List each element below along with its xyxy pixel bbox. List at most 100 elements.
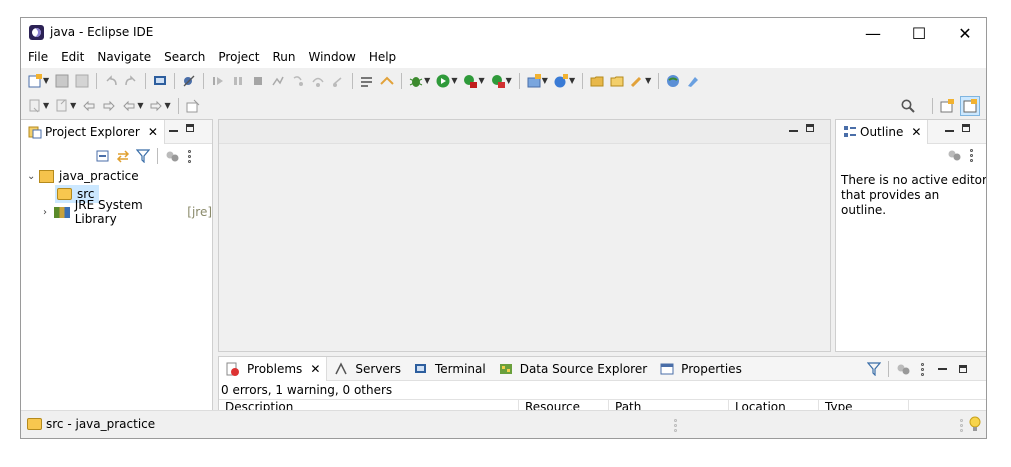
focus-on-active-task-icon[interactable] — [947, 148, 961, 162]
menu-project[interactable]: Project — [211, 48, 265, 68]
maximize-icon[interactable] — [962, 124, 970, 132]
minimize-icon[interactable] — [789, 130, 798, 132]
minimize-button[interactable]: — — [850, 18, 896, 48]
new-project-dropdown-icon[interactable]: ▼ — [542, 76, 548, 85]
tab-data-source-explorer[interactable]: Data Source Explorer — [492, 357, 653, 381]
open-perspective-icon[interactable] — [940, 98, 954, 113]
close-icon[interactable]: ✕ — [148, 125, 158, 139]
link-with-editor-icon[interactable] — [116, 149, 130, 163]
suspend-icon[interactable] — [231, 74, 245, 88]
pin-editor-icon[interactable] — [186, 99, 200, 113]
coverage-icon[interactable] — [463, 74, 478, 88]
web-browser-icon[interactable] — [666, 74, 680, 88]
tab-project-explorer[interactable]: Project Explorer ✕ — [21, 120, 165, 144]
menu-file[interactable]: File — [21, 48, 54, 68]
editor-area[interactable] — [218, 119, 831, 352]
tab-outline[interactable]: Outline ✕ — [836, 120, 929, 144]
menu-navigate[interactable]: Navigate — [90, 48, 157, 68]
chevron-right-icon[interactable]: › — [43, 207, 54, 218]
chevron-down-icon[interactable]: ⌄ — [27, 171, 39, 182]
collapse-all-icon[interactable] — [96, 149, 110, 163]
maximize-icon[interactable] — [959, 365, 967, 373]
tab-servers[interactable]: Servers — [327, 357, 407, 381]
run-icon[interactable] — [436, 74, 450, 88]
save-icon[interactable] — [55, 74, 69, 88]
minimize-icon[interactable] — [169, 130, 178, 132]
undo-icon[interactable] — [104, 74, 118, 88]
save-all-icon[interactable] — [75, 74, 89, 88]
terminate-icon[interactable] — [251, 74, 265, 88]
minimize-icon[interactable] — [945, 130, 954, 132]
back-icon[interactable] — [122, 99, 136, 113]
open-task-icon[interactable] — [380, 74, 394, 88]
view-menu-icon[interactable] — [188, 149, 191, 163]
forward-dropdown-icon[interactable]: ▼ — [164, 101, 170, 110]
coverage-dropdown-icon[interactable]: ▼ — [478, 76, 484, 85]
search-tool-icon[interactable] — [630, 74, 644, 88]
step-over-icon[interactable] — [311, 74, 325, 88]
step-return-icon[interactable] — [331, 74, 345, 88]
maximize-icon[interactable] — [806, 124, 814, 132]
last-edit-forward-icon[interactable] — [102, 99, 116, 113]
new-dropdown-icon[interactable]: ▼ — [43, 76, 49, 85]
next-annotation-icon[interactable] — [28, 99, 42, 113]
next-annotation-dropdown-icon[interactable]: ▼ — [43, 101, 49, 110]
back-dropdown-icon[interactable]: ▼ — [137, 101, 143, 110]
close-icon[interactable]: ✕ — [310, 362, 320, 376]
open-type-icon[interactable] — [590, 74, 604, 88]
prev-annotation-icon[interactable] — [55, 99, 69, 113]
library-icon — [54, 206, 70, 218]
tab-problems[interactable]: Problems ✕ — [219, 357, 328, 381]
tab-terminal[interactable]: Terminal — [407, 357, 492, 381]
tab-label: Terminal — [434, 362, 486, 376]
external-tools-dropdown-icon[interactable]: ▼ — [506, 76, 512, 85]
debug-icon[interactable] — [409, 74, 423, 88]
annotation-icon[interactable] — [686, 74, 700, 88]
prev-annotation-dropdown-icon[interactable]: ▼ — [70, 101, 76, 110]
focus-on-active-task-icon[interactable] — [896, 362, 910, 376]
view-menu-icon[interactable] — [970, 148, 973, 162]
forward-icon[interactable] — [149, 99, 163, 113]
menu-run[interactable]: Run — [265, 48, 301, 68]
open-resource-icon[interactable] — [610, 74, 624, 88]
run-dropdown-icon[interactable]: ▼ — [451, 76, 457, 85]
filter-icon[interactable] — [866, 362, 882, 377]
maximize-icon[interactable] — [186, 124, 194, 132]
menu-edit[interactable]: Edit — [54, 48, 90, 68]
last-edit-icon[interactable] — [82, 99, 96, 113]
tab-properties[interactable]: Properties — [653, 357, 748, 381]
menu-search[interactable]: Search — [157, 48, 211, 68]
toolbar-separator — [96, 72, 98, 89]
new-class-dropdown-icon[interactable]: ▼ — [569, 76, 575, 85]
tree-project-row[interactable]: ⌄ java_practice — [27, 167, 139, 185]
problems-icon — [226, 362, 240, 376]
bottom-tabs: Problems ✕ Servers Terminal Data Source … — [219, 357, 748, 381]
terminal-icon[interactable] — [153, 74, 167, 88]
use-step-filters-icon[interactable] — [360, 74, 374, 88]
skip-breakpoints-icon[interactable] — [182, 74, 196, 88]
menu-window[interactable]: Window — [301, 48, 361, 68]
redo-icon[interactable] — [124, 74, 138, 88]
java-perspective-icon[interactable] — [960, 95, 980, 116]
close-icon[interactable]: ✕ — [911, 125, 921, 139]
tree-jre-row[interactable]: › JRE System Library [jre] — [43, 198, 212, 226]
run-last-tool-icon[interactable] — [491, 74, 505, 88]
maximize-button[interactable]: ☐ — [896, 18, 942, 48]
new-java-project-icon[interactable] — [527, 73, 541, 88]
search-icon[interactable] — [901, 99, 915, 113]
menu-help[interactable]: Help — [362, 48, 402, 68]
view-menu-icon[interactable] — [921, 362, 924, 376]
lightbulb-icon[interactable] — [969, 416, 981, 432]
search-dropdown-icon[interactable]: ▼ — [645, 76, 651, 85]
close-button[interactable]: ✕ — [942, 18, 986, 48]
editor-tabbar — [219, 120, 830, 144]
step-into-icon[interactable] — [291, 74, 305, 88]
new-icon[interactable] — [28, 73, 42, 88]
resume-icon[interactable] — [211, 74, 225, 88]
new-class-icon[interactable] — [554, 73, 568, 88]
focus-on-active-task-icon[interactable] — [165, 149, 179, 163]
minimize-icon[interactable] — [938, 368, 947, 370]
filter-icon[interactable] — [135, 149, 151, 164]
debug-dropdown-icon[interactable]: ▼ — [424, 76, 430, 85]
disconnect-icon[interactable] — [271, 74, 285, 88]
